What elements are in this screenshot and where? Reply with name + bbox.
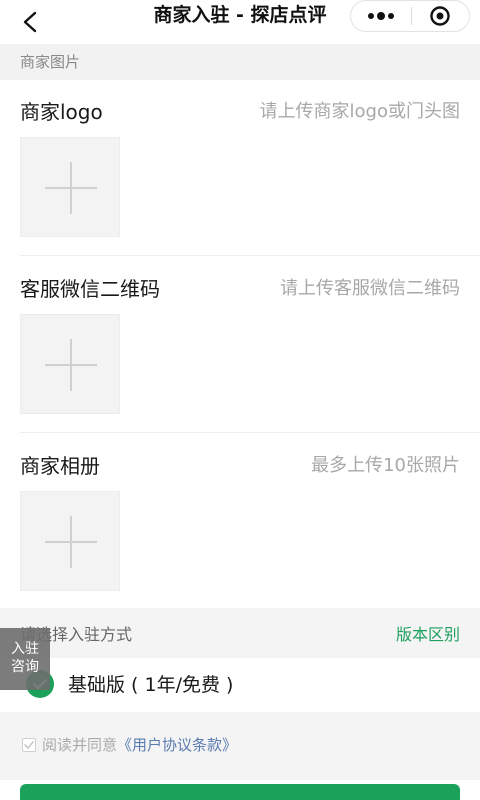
field-merchant-logo: 商家logo 请上传商家logo或门头图 bbox=[0, 80, 480, 256]
nav-bar: 商家入驻 - 探店点评 bbox=[0, 0, 480, 44]
plan-option-basic[interactable]: 基础版 ( 1年/免费 ) bbox=[0, 658, 480, 712]
section-header-join-method: 请选择入驻方式 版本区别 bbox=[0, 608, 480, 658]
more-button[interactable] bbox=[351, 1, 411, 31]
field-hint: 请上传客服微信二维码 bbox=[280, 278, 460, 299]
field-merchant-album: 商家相册 最多上传10张照片 bbox=[0, 433, 480, 608]
upload-album-button[interactable] bbox=[20, 491, 120, 591]
agreement-prefix: 阅读并同意 bbox=[42, 736, 118, 754]
consult-float-button[interactable]: 入驻 咨询 bbox=[0, 628, 50, 690]
upload-logo-button[interactable] bbox=[20, 137, 120, 237]
close-mini-program-button[interactable] bbox=[411, 1, 469, 31]
submit-button[interactable] bbox=[20, 784, 460, 800]
plus-icon bbox=[45, 339, 97, 391]
field-label: 商家相册 bbox=[20, 454, 100, 478]
version-diff-link[interactable]: 版本区别 bbox=[396, 608, 460, 662]
consult-line-1: 入驻 bbox=[11, 641, 39, 657]
checkmark-icon bbox=[24, 741, 34, 749]
mini-program-capsule bbox=[350, 0, 470, 32]
more-dots-icon bbox=[367, 12, 394, 20]
plan-label: 基础版 ( 1年/免费 ) bbox=[68, 674, 234, 696]
user-agreement-link[interactable]: 《用户协议条款》 bbox=[117, 736, 237, 754]
plus-icon bbox=[45, 162, 97, 214]
agreement-row: 阅读并同意《用户协议条款》 bbox=[0, 712, 480, 780]
field-wechat-qrcode: 客服微信二维码 请上传客服微信二维码 bbox=[0, 256, 480, 433]
target-circle-icon bbox=[430, 6, 450, 26]
consult-line-2: 咨询 bbox=[11, 659, 39, 675]
field-label: 商家logo bbox=[20, 100, 103, 124]
section-header-photos: 商家图片 bbox=[0, 44, 480, 80]
upload-qrcode-button[interactable] bbox=[20, 314, 120, 414]
field-hint: 请上传商家logo或门头图 bbox=[259, 101, 460, 122]
agreement-text: 阅读并同意《用户协议条款》 bbox=[42, 734, 237, 755]
agreement-checkbox[interactable] bbox=[22, 738, 36, 752]
field-label: 客服微信二维码 bbox=[20, 277, 160, 301]
plus-icon bbox=[45, 516, 97, 568]
field-hint: 最多上传10张照片 bbox=[311, 455, 460, 476]
